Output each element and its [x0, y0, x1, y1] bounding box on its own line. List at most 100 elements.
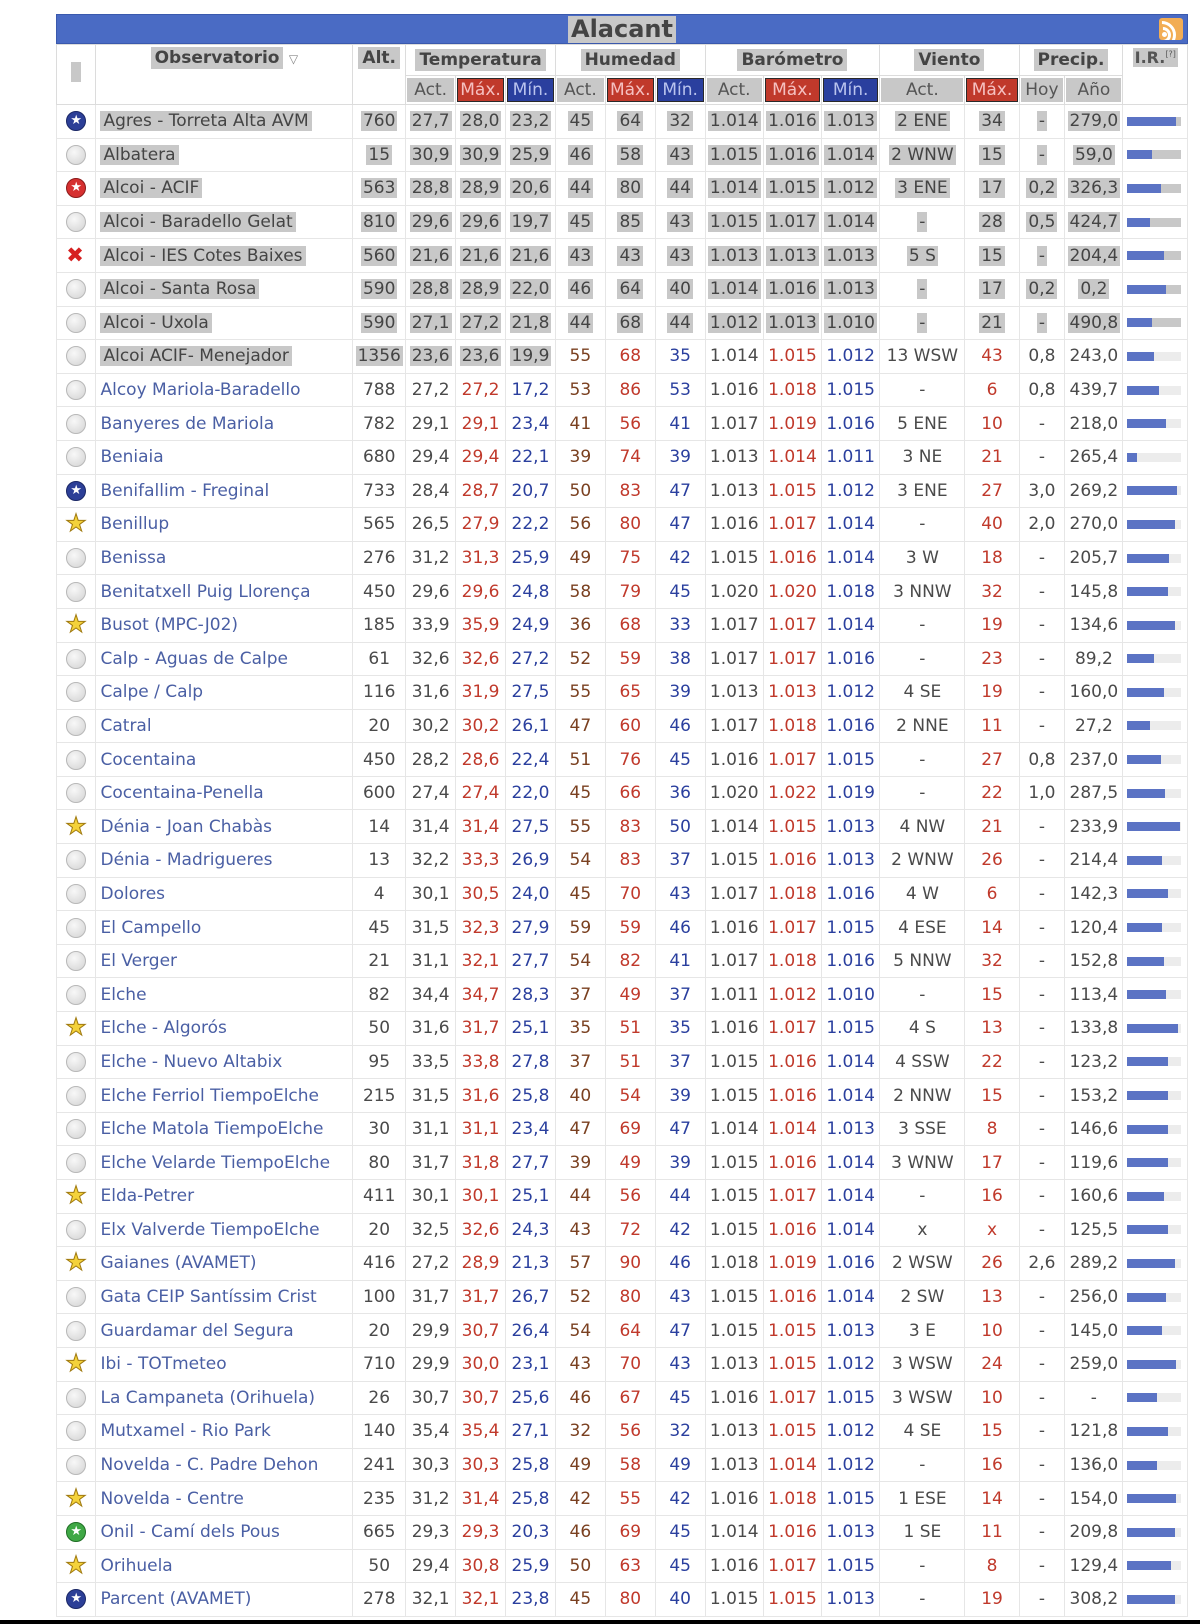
header-ir[interactable]: I.R.[?]: [1122, 44, 1188, 105]
station-link[interactable]: Parcent (AVAMET): [95, 1582, 354, 1617]
sort-handle[interactable]: [71, 62, 82, 82]
header-viento[interactable]: Viento: [879, 44, 1020, 76]
sub-header-temp-min[interactable]: Mín.: [505, 75, 556, 105]
sub-header-temp-max[interactable]: Máx.: [455, 75, 506, 105]
station-link[interactable]: Dénia - Joan Chabàs: [95, 809, 354, 845]
header-precip[interactable]: Precip.: [1018, 44, 1124, 76]
cell-baro-max: 1.016: [762, 1078, 823, 1113]
station-link[interactable]: Calp - Aguas de Calpe: [95, 641, 354, 677]
table-row: Alcoi - Uxola 590 27,1 27,2 21,8 44 68 44 1.012 1…: [55, 305, 1188, 341]
header-alt[interactable]: Alt.: [352, 44, 407, 105]
cell-baro-act: 1.015: [704, 843, 764, 878]
station-link[interactable]: Novelda - Centre: [95, 1481, 354, 1516]
station-link[interactable]: Elx Valverde TiempoElche: [95, 1212, 354, 1248]
station-link[interactable]: Elche Ferriol TiempoElche: [95, 1078, 354, 1113]
cell-temp-min: 24,3: [505, 1212, 556, 1248]
station-link[interactable]: El Verger: [95, 943, 354, 979]
station-link[interactable]: Novelda - C. Padre Dehon: [95, 1447, 354, 1483]
cell-precip-ano: 424,7: [1064, 204, 1124, 240]
station-link[interactable]: La Campaneta (Orihuela): [95, 1380, 354, 1416]
status-cell: [55, 1145, 97, 1180]
station-name-label: Alcoi - Baradello Gelat: [100, 212, 296, 233]
station-link[interactable]: Cocentaina-Penella: [95, 775, 354, 811]
station-link[interactable]: Banyeres de Mariola: [95, 406, 354, 441]
station-link[interactable]: Alcoy Mariola-Baradello: [95, 372, 354, 408]
cell-hum-min: 40: [654, 271, 706, 307]
station-link[interactable]: Orihuela: [95, 1548, 354, 1584]
station-link[interactable]: Benitatxell Puig Llorença: [95, 574, 354, 609]
station-link[interactable]: Benissa: [95, 540, 354, 576]
cell-baro-min: 1.013: [821, 809, 881, 845]
station-link[interactable]: Elche: [95, 977, 354, 1013]
station-link[interactable]: Agres - Torreta Alta AVM: [95, 104, 354, 139]
station-link[interactable]: Calpe / Calp: [95, 675, 354, 710]
station-link[interactable]: Dénia - Madrigueres: [95, 843, 354, 878]
rss-icon[interactable]: [1159, 18, 1183, 40]
station-link[interactable]: Dolores: [95, 876, 354, 912]
table-row: Dénia - Madrigueres 13 32,2 33,3 26,9 54 83 37 1…: [55, 843, 1188, 878]
cell-wind-max: 15: [964, 137, 1020, 173]
cell-temp-min: 20,7: [505, 473, 556, 509]
cell-temp-act: 28,8: [405, 171, 457, 206]
station-link[interactable]: Ibi - TOTmeteo: [95, 1346, 354, 1382]
station-link[interactable]: Elche - Nuevo Altabix: [95, 1044, 354, 1080]
sort-column-header[interactable]: [55, 44, 97, 105]
cell-baro-max: 1.018: [762, 943, 823, 979]
station-link[interactable]: Benifallim - Freginal: [95, 473, 354, 509]
station-link[interactable]: Albatera: [95, 137, 354, 173]
cell-baro-act: 1.014: [704, 1111, 764, 1147]
panel-title: Alacant: [568, 16, 676, 43]
station-link[interactable]: Alcoi - ACIF: [95, 171, 354, 206]
status-grey-circle-icon: [66, 380, 87, 401]
station-link[interactable]: Elche Matola TiempoElche: [95, 1111, 354, 1147]
cell-hum-min: 53: [654, 372, 706, 408]
sub-header-bar-min[interactable]: Mín.: [821, 75, 881, 105]
header-humedad[interactable]: Humedad: [554, 44, 706, 76]
station-link[interactable]: Gata CEIP Santíssim Crist: [95, 1279, 354, 1315]
sub-header-temp-act[interactable]: Act.: [405, 75, 457, 105]
cell-wind-act: 2 SW: [879, 1279, 966, 1315]
sub-header-bar-act[interactable]: Act.: [704, 75, 764, 105]
station-link[interactable]: Busot (MPC-J02): [95, 607, 354, 643]
ir-bar-fill: [1127, 553, 1170, 563]
sub-header-precip-ano[interactable]: Año: [1064, 75, 1124, 105]
cell-hum-act: 58: [554, 574, 606, 609]
station-link[interactable]: Alcoi ACIF- Menejador: [95, 339, 354, 374]
cell-precip-hoy: 0,8: [1018, 372, 1066, 408]
station-link[interactable]: Alcoi - IES Cotes Baixes: [95, 238, 354, 273]
cell-temp-max: 30,1: [455, 1179, 506, 1214]
station-link[interactable]: Alcoi - Uxola: [95, 305, 354, 341]
header-observatorio[interactable]: Observatorio ▽: [95, 44, 354, 105]
sub-header-hum-act[interactable]: Act.: [554, 75, 606, 105]
ir-bar: [1127, 755, 1181, 765]
station-link[interactable]: Guardamar del Segura: [95, 1313, 354, 1348]
station-link[interactable]: Elche - Algorós: [95, 1011, 354, 1046]
station-link[interactable]: Alcoi - Baradello Gelat: [95, 204, 354, 240]
help-link[interactable]: [?]: [1165, 50, 1176, 59]
station-link[interactable]: Mutxamel - Rio Park: [95, 1414, 354, 1449]
station-link[interactable]: El Campello: [95, 910, 354, 945]
sub-header-bar-max[interactable]: Máx.: [762, 75, 823, 105]
sub-header-wind-act[interactable]: Act.: [879, 75, 966, 105]
station-link[interactable]: Gaianes (AVAMET): [95, 1246, 354, 1281]
sub-header-precip-hoy[interactable]: Hoy: [1018, 75, 1066, 105]
sub-header-hum-max[interactable]: Máx.: [604, 75, 656, 105]
station-link[interactable]: Beniaia: [95, 439, 354, 475]
sort-down-icon[interactable]: ▽: [289, 52, 298, 66]
sub-header-wind-max[interactable]: Máx.: [964, 75, 1020, 105]
ir-bar-fill: [1127, 1326, 1163, 1336]
cell-hum-max: 63: [604, 1548, 656, 1584]
station-link[interactable]: Elda-Petrer: [95, 1179, 354, 1214]
cell-hum-act: 32: [554, 1414, 606, 1449]
sub-header-hum-min[interactable]: Mín.: [654, 75, 706, 105]
station-link[interactable]: Elche Velarde TiempoElche: [95, 1145, 354, 1180]
header-temperatura[interactable]: Temperatura: [405, 44, 556, 76]
ir-bar: [1127, 788, 1181, 798]
station-link[interactable]: Cocentaina: [95, 742, 354, 777]
header-barometro[interactable]: Barómetro: [704, 44, 881, 76]
cell-baro-max: 1.019: [762, 1246, 823, 1281]
station-link[interactable]: Alcoi - Santa Rosa: [95, 271, 354, 307]
station-link[interactable]: Onil - Camí dels Pous: [95, 1514, 354, 1550]
station-link[interactable]: Benillup: [95, 507, 354, 542]
station-link[interactable]: Catral: [95, 708, 354, 744]
